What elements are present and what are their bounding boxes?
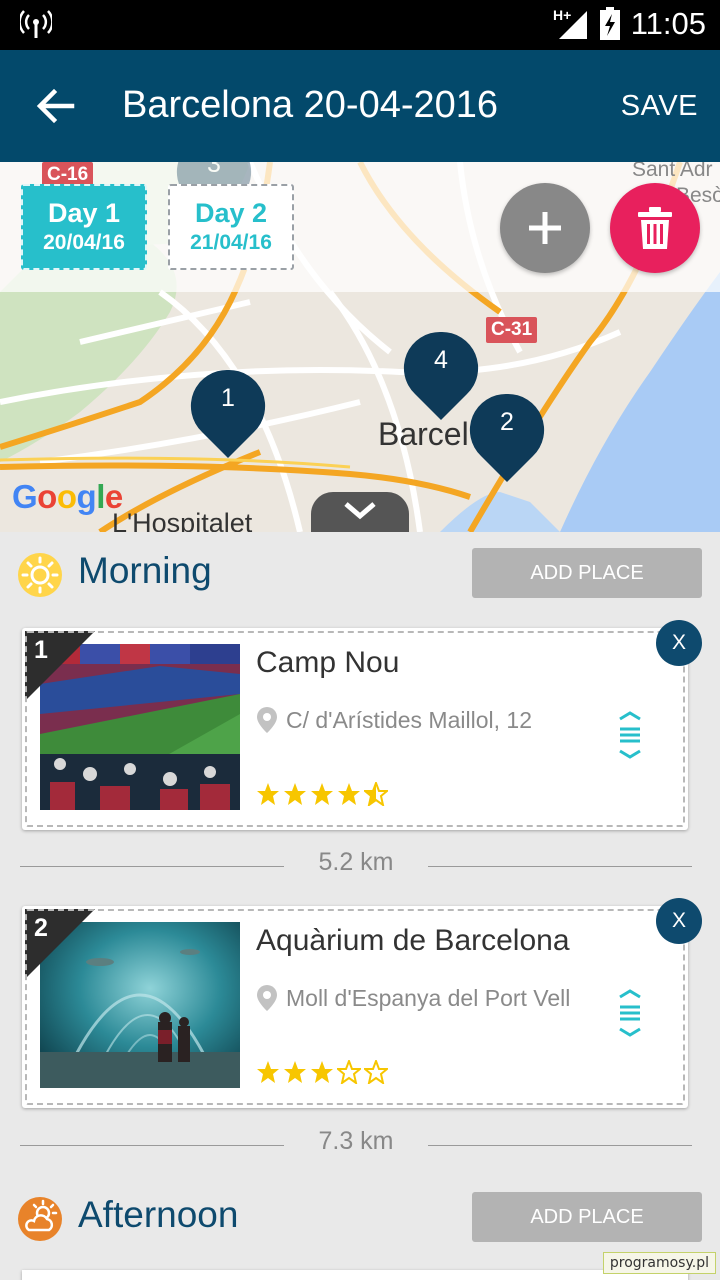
status-bar: H+ 11:05 bbox=[0, 0, 720, 50]
section-morning-title: Morning bbox=[78, 550, 212, 591]
star-full-icon bbox=[284, 1061, 306, 1083]
place-address-text: C/ d'Arístides Maillol, 12 bbox=[286, 706, 532, 733]
place-name: Aquàrium de Barcelona bbox=[256, 924, 570, 957]
star-full-icon bbox=[257, 1061, 279, 1083]
star-empty-icon bbox=[364, 1060, 388, 1084]
star-full-icon bbox=[257, 783, 279, 805]
plus-icon bbox=[529, 212, 561, 244]
back-arrow-icon[interactable] bbox=[34, 84, 78, 128]
clock: 11:05 bbox=[630, 6, 706, 41]
day-1-date: 20/04/16 bbox=[43, 231, 125, 254]
map-pin-2[interactable]: 2 bbox=[469, 392, 545, 484]
day-2-date: 21/04/16 bbox=[190, 231, 272, 254]
morning-add-place-button[interactable]: ADD PLACE bbox=[472, 548, 702, 598]
reorder-handle-icon[interactable] bbox=[616, 710, 644, 760]
partly-sunny-icon bbox=[18, 1197, 62, 1241]
place-address: Moll d'Espanya del Port Vell bbox=[256, 984, 570, 1012]
distance-separator-1: 5.2 km bbox=[20, 848, 692, 882]
location-pin-icon bbox=[257, 985, 277, 1011]
place-card-aquarium[interactable]: 2 Aquàrium de Barcelona Moll d'Espanya d… bbox=[22, 906, 688, 1108]
chevron-down-icon bbox=[344, 502, 376, 520]
place-rating bbox=[256, 1060, 388, 1084]
delete-day-button[interactable] bbox=[610, 183, 700, 273]
map-label-district: L'Hospitalet bbox=[112, 508, 253, 532]
place-card-partial[interactable] bbox=[22, 1270, 688, 1280]
star-full-icon bbox=[284, 783, 306, 805]
trash-icon bbox=[638, 207, 672, 249]
remove-place-2-button[interactable]: X bbox=[656, 898, 702, 944]
battery-charging-icon bbox=[599, 7, 620, 40]
place-number: 1 bbox=[34, 636, 48, 664]
remove-place-1-button[interactable]: X bbox=[656, 620, 702, 666]
star-half-icon bbox=[364, 782, 388, 806]
distance-value: 5.2 km bbox=[318, 848, 394, 876]
save-button[interactable]: SAVE bbox=[621, 90, 698, 123]
day-1-label: Day 1 bbox=[47, 198, 121, 228]
distance-value: 7.3 km bbox=[318, 1127, 394, 1155]
star-full-icon bbox=[311, 783, 333, 805]
map-pin-4[interactable]: 4 bbox=[403, 330, 479, 422]
map-pin-1[interactable]: 1 bbox=[190, 368, 266, 460]
watermark: programosy.pl bbox=[602, 1252, 716, 1274]
wireless-signal-icon bbox=[20, 10, 52, 38]
road-label-c31: C-31 bbox=[486, 317, 538, 343]
map-pin-2-icon bbox=[469, 393, 545, 482]
map-label-sant-adria: Sant Adr bbox=[632, 162, 713, 181]
section-afternoon-title: Afternoon bbox=[78, 1194, 239, 1235]
network-type: H+ bbox=[553, 7, 571, 23]
map-pin-1-icon bbox=[190, 369, 266, 458]
collapse-map-button[interactable] bbox=[311, 492, 409, 532]
day-2-label: Day 2 bbox=[194, 198, 268, 228]
place-name: Camp Nou bbox=[256, 646, 400, 679]
distance-separator-2: 7.3 km bbox=[20, 1127, 692, 1161]
map-pin-3-label: 3 bbox=[207, 162, 221, 178]
add-day-button[interactable] bbox=[500, 183, 590, 273]
map-pin-2-label: 2 bbox=[500, 408, 514, 436]
place-number: 2 bbox=[34, 914, 48, 942]
place-card-camp-nou[interactable]: 1 Camp Nou C/ d'Arístides Maillol, 12 bbox=[22, 628, 688, 830]
map-view[interactable]: C-16 C-31 Sant Adr Besò Barcel L'Hospita… bbox=[0, 162, 720, 532]
day-2-tab[interactable]: Day 2 21/04/16 bbox=[168, 184, 294, 270]
cell-signal-icon: H+ bbox=[553, 7, 587, 39]
reorder-handle-icon[interactable] bbox=[616, 988, 644, 1038]
app-bar: Barcelona 20-04-2016 SAVE bbox=[0, 50, 720, 162]
place-address: C/ d'Arístides Maillol, 12 bbox=[256, 706, 532, 734]
location-pin-icon bbox=[257, 707, 277, 733]
map-pin-4-icon bbox=[403, 331, 479, 420]
google-logo: Google bbox=[12, 478, 123, 515]
place-address-text: Moll d'Espanya del Port Vell bbox=[286, 984, 571, 1011]
star-full-icon bbox=[311, 1061, 333, 1083]
sun-icon bbox=[18, 553, 62, 597]
page-title: Barcelona 20-04-2016 bbox=[122, 84, 499, 126]
map-pin-4-label: 4 bbox=[434, 346, 448, 374]
day-1-tab[interactable]: Day 1 20/04/16 bbox=[21, 184, 147, 270]
afternoon-add-place-button[interactable]: ADD PLACE bbox=[472, 1192, 702, 1242]
map-pin-1-label: 1 bbox=[221, 384, 235, 412]
star-full-icon bbox=[338, 783, 360, 805]
place-rating bbox=[256, 782, 388, 806]
star-empty-icon bbox=[337, 1060, 361, 1084]
